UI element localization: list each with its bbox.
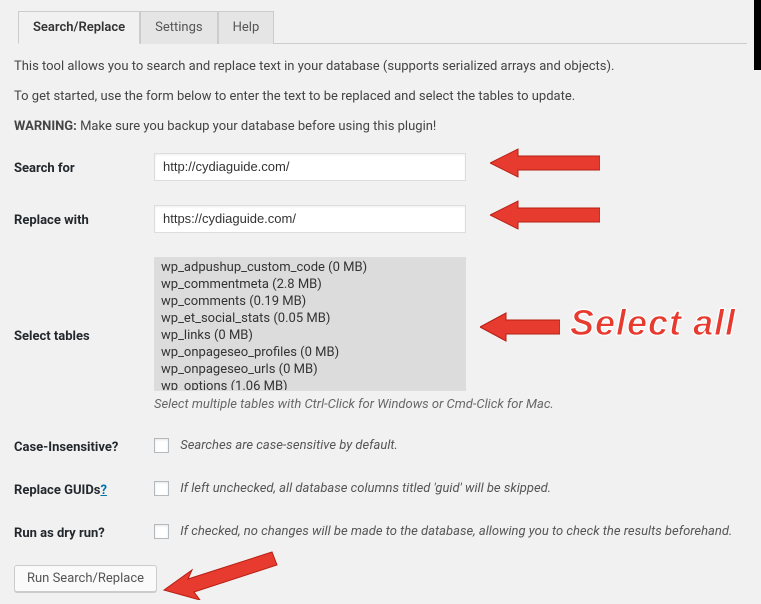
checkbox-replace-guids[interactable] (154, 481, 169, 496)
table-option[interactable]: wp_onpageseo_urls (0 MB) (155, 361, 465, 378)
table-option[interactable]: wp_adpushup_custom_code (0 MB) (155, 259, 465, 276)
tab-help[interactable]: Help (218, 11, 275, 44)
input-search-for[interactable] (154, 153, 466, 181)
label-case-insensitive: Case-Insensitive? (14, 440, 154, 455)
warning-label: WARNING: (14, 119, 77, 134)
desc-dry-run: If checked, no changes will be made to t… (180, 524, 732, 539)
intro-line-2: To get started, use the form below to en… (14, 88, 747, 106)
table-option[interactable]: wp_onpageseo_profiles (0 MB) (155, 344, 465, 361)
checkbox-dry-run[interactable] (154, 524, 169, 539)
row-search-for: Search for (14, 153, 747, 181)
select-tables-list[interactable]: wp_adpushup_custom_code (0 MB) wp_commen… (154, 257, 466, 391)
row-replace-with: Replace with (14, 205, 747, 233)
tab-settings[interactable]: Settings (140, 11, 217, 44)
table-option[interactable]: wp_links (0 MB) (155, 327, 465, 344)
table-option[interactable]: wp_et_social_stats (0.05 MB) (155, 310, 465, 327)
input-replace-with[interactable] (154, 205, 466, 233)
checkbox-case-insensitive[interactable] (154, 438, 169, 453)
row-submit: Run Search/Replace (14, 565, 747, 592)
tab-search-replace[interactable]: Search/Replace (18, 11, 140, 44)
label-search-for: Search for (14, 161, 154, 176)
tab-bar: Search/Replace Settings Help (18, 10, 747, 44)
row-replace-guids: Replace GUIDs? If left unchecked, all da… (14, 479, 747, 498)
page-container: Search/Replace Settings Help This tool a… (0, 0, 761, 598)
row-case-insensitive: Case-Insensitive? Searches are case-sens… (14, 436, 747, 455)
intro-warning: WARNING: Make sure you backup your datab… (14, 118, 747, 136)
table-option[interactable]: wp_commentmeta (2.8 MB) (155, 276, 465, 293)
label-replace-guids-text: Replace GUIDs (14, 483, 100, 498)
guids-help-icon[interactable]: ? (100, 483, 106, 498)
form: Search for Replace with Select tables wp… (14, 153, 747, 592)
table-option[interactable]: wp_comments (0.19 MB) (155, 293, 465, 310)
intro-line-1: This tool allows you to search and repla… (14, 58, 747, 76)
intro-text: This tool allows you to search and repla… (14, 58, 747, 137)
label-replace-with: Replace with (14, 213, 154, 228)
label-replace-guids: Replace GUIDs? (14, 483, 154, 498)
label-select-tables: Select tables (14, 329, 154, 344)
table-option[interactable]: wp_options (1.06 MB) (155, 378, 465, 391)
desc-case-insensitive: Searches are case-sensitive by default. (180, 438, 398, 453)
warning-text: Make sure you backup your database befor… (77, 119, 436, 134)
page-scrollbar[interactable] (754, 0, 761, 70)
annotation-select-all-text: Select all (570, 302, 736, 344)
run-search-replace-button[interactable]: Run Search/Replace (14, 565, 157, 592)
select-tables-help: Select multiple tables with Ctrl-Click f… (154, 397, 747, 412)
desc-replace-guids: If left unchecked, all database columns … (180, 481, 551, 496)
label-dry-run: Run as dry run? (14, 526, 154, 541)
row-dry-run: Run as dry run? If checked, no changes w… (14, 522, 747, 541)
